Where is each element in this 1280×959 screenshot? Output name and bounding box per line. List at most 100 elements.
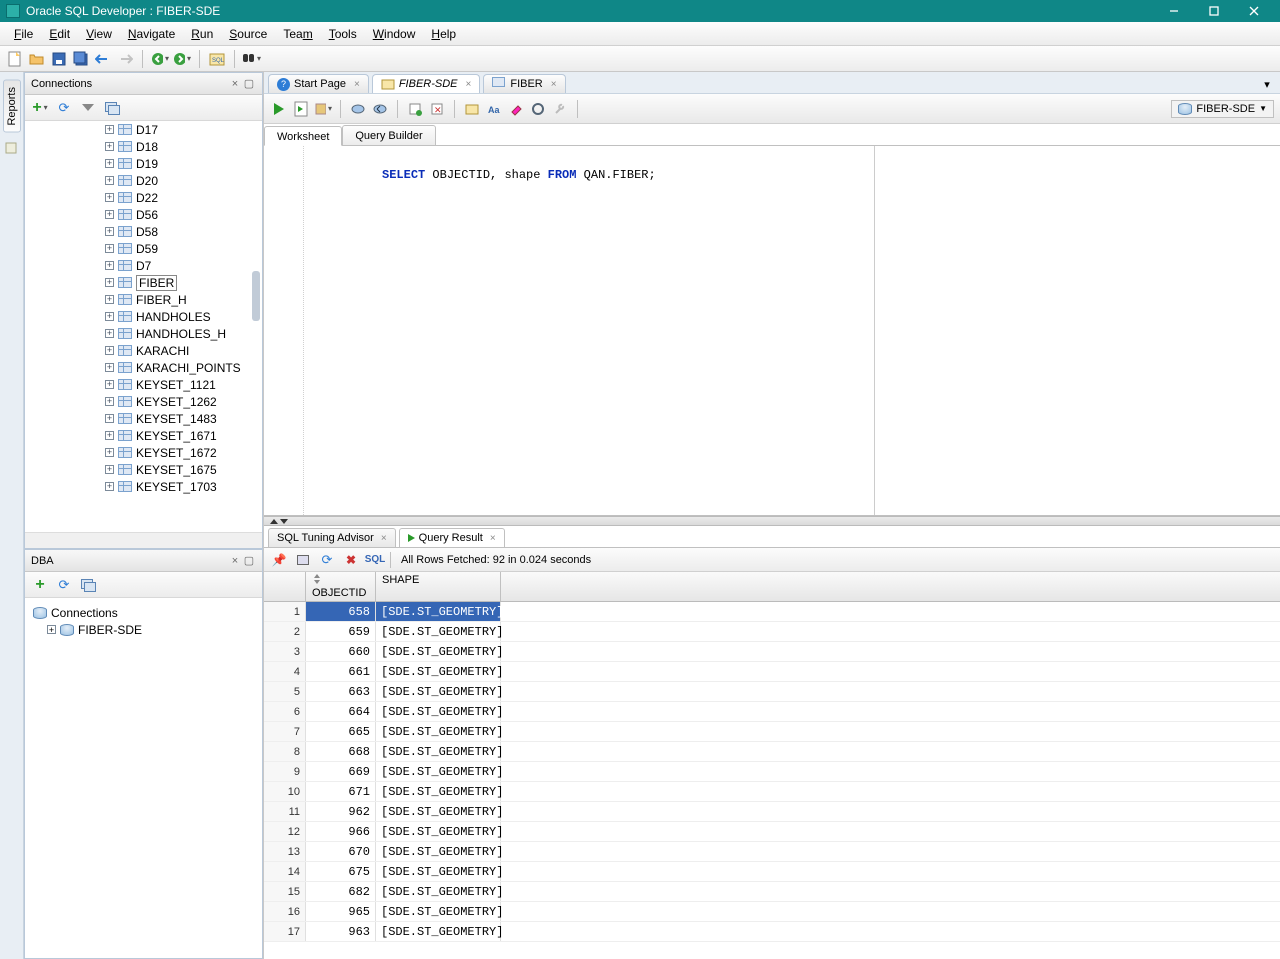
cell-shape[interactable]: [SDE.ST_GEOMETRY]: [376, 902, 501, 921]
undo-icon[interactable]: [94, 50, 112, 68]
tree-item-karachi_points[interactable]: KARACHI_POINTS: [25, 359, 262, 376]
cell-objectid[interactable]: 663: [306, 682, 376, 701]
expand-icon[interactable]: [105, 261, 114, 270]
maximize-button[interactable]: [1194, 0, 1234, 22]
connections-close-icon[interactable]: ×: [228, 78, 242, 90]
tree-item-d22[interactable]: D22: [25, 189, 262, 206]
expand-icon[interactable]: [105, 227, 114, 236]
editor-split[interactable]: [874, 146, 1280, 515]
back-icon[interactable]: [151, 50, 169, 68]
cell-objectid[interactable]: 670: [306, 842, 376, 861]
cell-objectid[interactable]: 675: [306, 862, 376, 881]
tree-item-d59[interactable]: D59: [25, 240, 262, 257]
scrollbar[interactable]: [252, 271, 260, 321]
dba-fiber-sde-node[interactable]: + FIBER-SDE: [33, 621, 254, 638]
forward-icon[interactable]: [173, 50, 191, 68]
expand-icon[interactable]: [105, 363, 114, 372]
menu-tools[interactable]: Tools: [321, 24, 365, 44]
cell-shape[interactable]: [SDE.ST_GEOMETRY]: [376, 662, 501, 681]
cell-shape[interactable]: [SDE.ST_GEOMETRY]: [376, 642, 501, 661]
cell-shape[interactable]: [SDE.ST_GEOMETRY]: [376, 742, 501, 761]
tree-item-keyset_1262[interactable]: KEYSET_1262: [25, 393, 262, 410]
tree-item-d58[interactable]: D58: [25, 223, 262, 240]
expand-icon[interactable]: [105, 125, 114, 134]
cell-objectid[interactable]: 965: [306, 902, 376, 921]
save-icon[interactable]: [50, 50, 68, 68]
table-row[interactable]: 8668[SDE.ST_GEOMETRY]: [264, 742, 1280, 762]
connections-restore-icon[interactable]: ▢: [242, 77, 256, 90]
menu-file[interactable]: File: [6, 24, 41, 44]
result-grid[interactable]: OBJECTID SHAPE 1658[SDE.ST_GEOMETRY]2659…: [264, 572, 1280, 959]
dba-close-icon[interactable]: ×: [228, 555, 242, 567]
menu-window[interactable]: Window: [365, 24, 424, 44]
commit-icon[interactable]: [349, 100, 367, 118]
menu-team[interactable]: Team: [275, 24, 320, 44]
cell-shape[interactable]: [SDE.ST_GEOMETRY]: [376, 702, 501, 721]
table-row[interactable]: 12966[SDE.ST_GEOMETRY]: [264, 822, 1280, 842]
dba-add-icon[interactable]: +: [31, 576, 49, 594]
cell-shape[interactable]: [SDE.ST_GEOMETRY]: [376, 882, 501, 901]
tab-query-builder[interactable]: Query Builder: [342, 125, 435, 145]
sql-worksheet-icon[interactable]: SQL: [208, 50, 226, 68]
stack-icon[interactable]: [103, 99, 121, 117]
table-row[interactable]: 3660[SDE.ST_GEOMETRY]: [264, 642, 1280, 662]
expand-icon[interactable]: [105, 346, 114, 355]
table-row[interactable]: 5663[SDE.ST_GEOMETRY]: [264, 682, 1280, 702]
sql-editor[interactable]: SELECT OBJECTID, shape FROM QAN.FIBER;: [264, 146, 1280, 516]
reports-tab[interactable]: Reports: [3, 80, 21, 133]
tab-sql-tuning-advisor[interactable]: SQL Tuning Advisor ×: [268, 528, 396, 547]
menu-edit[interactable]: Edit: [41, 24, 78, 44]
close-tab-icon[interactable]: ×: [381, 533, 387, 544]
expand-icon[interactable]: [105, 312, 114, 321]
tree-item-d56[interactable]: D56: [25, 206, 262, 223]
tree-item-d18[interactable]: D18: [25, 138, 262, 155]
tree-item-d17[interactable]: D17: [25, 121, 262, 138]
menu-navigate[interactable]: Navigate: [120, 24, 183, 44]
tab-fiber[interactable]: FIBER ×: [483, 74, 565, 93]
table-row[interactable]: 6664[SDE.ST_GEOMETRY]: [264, 702, 1280, 722]
sql-text-icon[interactable]: SQL: [366, 551, 384, 569]
dba-connections-node[interactable]: Connections: [33, 604, 254, 621]
redo-icon[interactable]: [116, 50, 134, 68]
menu-run[interactable]: Run: [183, 24, 221, 44]
expand-icon[interactable]: [105, 193, 114, 202]
tab-list-icon[interactable]: ▾: [1258, 75, 1276, 93]
cell-objectid[interactable]: 962: [306, 802, 376, 821]
find-icon[interactable]: [243, 50, 261, 68]
cell-shape[interactable]: [SDE.ST_GEOMETRY]: [376, 842, 501, 861]
save-all-icon[interactable]: [72, 50, 90, 68]
tree-item-d20[interactable]: D20: [25, 172, 262, 189]
dba-restore-icon[interactable]: ▢: [242, 554, 256, 567]
cell-shape[interactable]: [SDE.ST_GEOMETRY]: [376, 602, 501, 621]
dba-refresh-icon[interactable]: ⟳: [55, 576, 73, 594]
expand-icon[interactable]: [105, 482, 114, 491]
col-objectid[interactable]: OBJECTID: [306, 572, 376, 601]
expand-icon[interactable]: [105, 380, 114, 389]
tab-fiber-sde[interactable]: FIBER-SDE ×: [372, 74, 481, 93]
table-row[interactable]: 10671[SDE.ST_GEOMETRY]: [264, 782, 1280, 802]
close-tab-icon[interactable]: ×: [354, 79, 360, 90]
run-statement-icon[interactable]: [270, 100, 288, 118]
table-row[interactable]: 7665[SDE.ST_GEOMETRY]: [264, 722, 1280, 742]
cell-objectid[interactable]: 668: [306, 742, 376, 761]
run-script-icon[interactable]: [292, 100, 310, 118]
close-tab-icon[interactable]: ×: [551, 79, 557, 90]
expand-icon[interactable]: [105, 448, 114, 457]
cell-objectid[interactable]: 966: [306, 822, 376, 841]
cell-objectid[interactable]: 669: [306, 762, 376, 781]
tree-item-fiber_h[interactable]: FIBER_H: [25, 291, 262, 308]
vertical-splitter[interactable]: [264, 516, 1280, 526]
cell-objectid[interactable]: 664: [306, 702, 376, 721]
dbms-output-icon[interactable]: [529, 100, 547, 118]
menu-help[interactable]: Help: [423, 24, 464, 44]
col-shape[interactable]: SHAPE: [376, 572, 501, 601]
cell-objectid[interactable]: 671: [306, 782, 376, 801]
cell-shape[interactable]: [SDE.ST_GEOMETRY]: [376, 622, 501, 641]
wrench-icon[interactable]: [551, 100, 569, 118]
pin-icon[interactable]: 📌: [270, 551, 288, 569]
tree-item-handholes_h[interactable]: HANDHOLES_H: [25, 325, 262, 342]
expand-icon[interactable]: [105, 431, 114, 440]
table-row[interactable]: 14675[SDE.ST_GEOMETRY]: [264, 862, 1280, 882]
cell-objectid[interactable]: 963: [306, 922, 376, 941]
expand-icon[interactable]: [105, 210, 114, 219]
